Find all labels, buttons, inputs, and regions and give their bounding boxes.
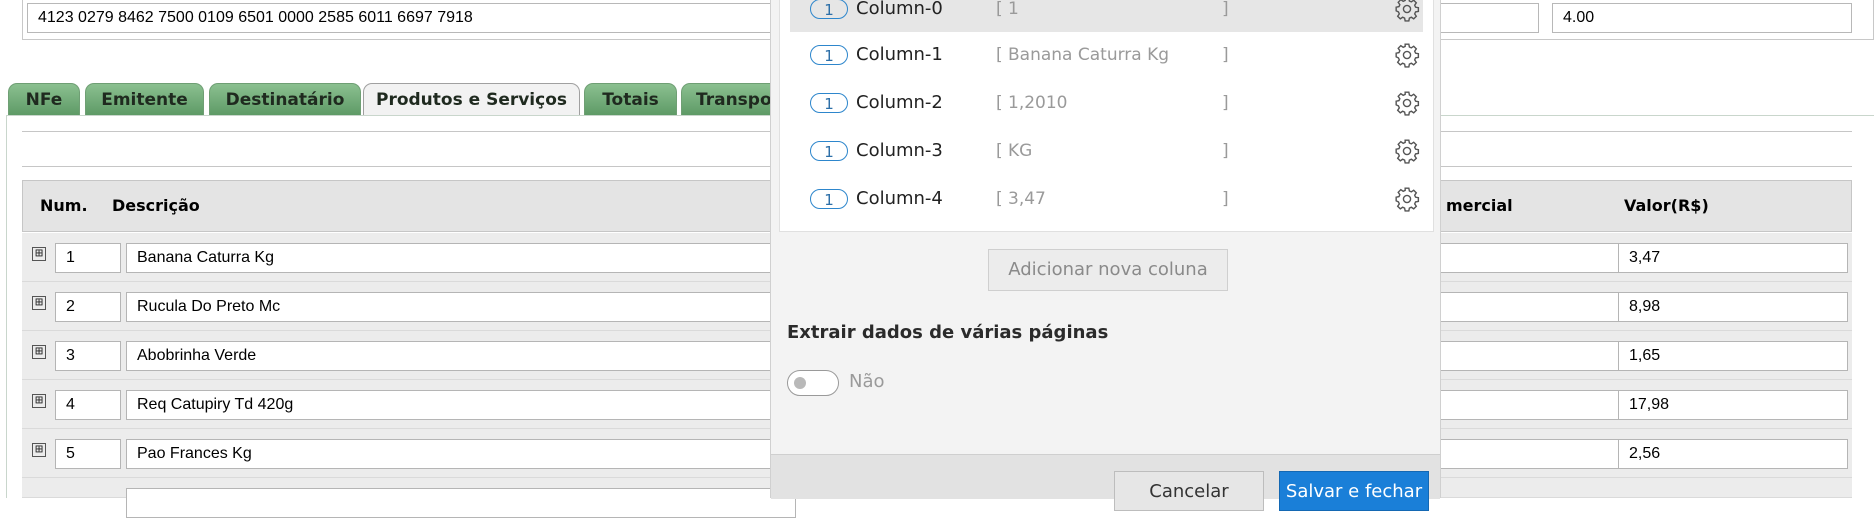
column-sample-value: 3,47 bbox=[1008, 189, 1046, 209]
row-num-field[interactable]: 5 bbox=[55, 439, 121, 469]
expand-icon[interactable]: ⊞ bbox=[32, 345, 46, 359]
column-name: Column-0 bbox=[856, 0, 943, 19]
column-index-badge: 1 bbox=[810, 0, 848, 19]
column-name: Column-4 bbox=[856, 188, 943, 209]
header-num: Num. bbox=[40, 196, 88, 215]
gear-icon[interactable] bbox=[1394, 138, 1420, 164]
column-item[interactable]: 1 Column-0 [ 1 ] bbox=[790, 0, 1423, 32]
row-num-field[interactable]: 3 bbox=[55, 341, 121, 371]
row-valor-field[interactable]: 8,98 bbox=[1618, 292, 1848, 322]
sample-bracket-close: ] bbox=[1222, 45, 1229, 65]
column-sample-value: 1,2010 bbox=[1008, 93, 1068, 113]
sample-bracket-open: [ bbox=[996, 93, 1003, 113]
column-list: 1 Column-0 [ 1 ] 1 Column-1 [ Banana Cat… bbox=[779, 0, 1434, 232]
sample-bracket-open: [ bbox=[996, 45, 1003, 65]
access-key-field[interactable]: 4123 0279 8462 7500 0109 6501 0000 2585 … bbox=[27, 3, 785, 33]
header-valor-comercial: mercial bbox=[1446, 196, 1513, 215]
tab-produtos-servicos[interactable]: Produtos e Serviços bbox=[363, 83, 580, 117]
gear-icon[interactable] bbox=[1394, 42, 1420, 68]
column-item[interactable]: 1 Column-2 [ 1,2010 ] bbox=[790, 80, 1423, 126]
add-column-button[interactable]: Adicionar nova coluna bbox=[988, 249, 1228, 291]
column-sample-value: Banana Caturra Kg bbox=[1008, 45, 1170, 65]
column-item[interactable]: 1 Column-3 [ KG ] bbox=[790, 128, 1423, 174]
multi-page-title: Extrair dados de várias páginas bbox=[787, 322, 1109, 343]
sample-bracket-open: [ bbox=[996, 141, 1003, 161]
expand-icon[interactable]: ⊞ bbox=[32, 443, 46, 457]
column-sample-value: KG bbox=[1008, 141, 1033, 161]
sample-bracket-close: ] bbox=[1222, 0, 1229, 19]
tab-nfe[interactable]: NFe bbox=[8, 83, 80, 115]
row-descricao-field[interactable]: Req Catupiry Td 420g bbox=[126, 390, 796, 420]
row-valor-field[interactable]: 1,65 bbox=[1618, 341, 1848, 371]
save-and-close-button[interactable]: Salvar e fechar bbox=[1279, 471, 1429, 511]
row-descricao-field[interactable]: Rucula Do Preto Mc bbox=[126, 292, 796, 322]
column-name: Column-3 bbox=[856, 140, 943, 161]
header-valor: Valor(R$) bbox=[1624, 196, 1709, 215]
column-index-badge: 1 bbox=[810, 45, 848, 65]
column-index-badge: 1 bbox=[810, 93, 848, 113]
tab-destinatario[interactable]: Destinatário bbox=[209, 83, 361, 115]
row-num-field[interactable]: 4 bbox=[55, 390, 121, 420]
row-descricao-field[interactable]: Abobrinha Verde bbox=[126, 341, 796, 371]
gear-icon[interactable] bbox=[1394, 0, 1420, 22]
dialog-footer: Cancelar Salvar e fechar bbox=[771, 454, 1440, 511]
sample-bracket-open: [ bbox=[996, 0, 1003, 19]
row-valor-field[interactable]: 2,56 bbox=[1618, 439, 1848, 469]
row-descricao-field[interactable] bbox=[126, 488, 796, 518]
column-sample-value: 1 bbox=[1008, 0, 1019, 19]
extract-table-dialog: 1 Column-0 [ 1 ] 1 Column-1 [ Banana Cat… bbox=[770, 0, 1441, 511]
gear-icon[interactable] bbox=[1394, 186, 1420, 212]
sample-bracket-open: [ bbox=[996, 189, 1003, 209]
sample-bracket-close: ] bbox=[1222, 93, 1229, 113]
row-num-field[interactable]: 1 bbox=[55, 243, 121, 273]
column-name: Column-1 bbox=[856, 44, 943, 65]
tab-emitente[interactable]: Emitente bbox=[85, 83, 204, 115]
gear-icon[interactable] bbox=[1394, 90, 1420, 116]
column-index-badge: 1 bbox=[810, 189, 848, 209]
header-descricao: Descrição bbox=[112, 196, 200, 215]
row-valor-field[interactable]: 17,98 bbox=[1618, 390, 1848, 420]
expand-icon[interactable]: ⊞ bbox=[32, 247, 46, 261]
expand-icon[interactable]: ⊞ bbox=[32, 394, 46, 408]
sample-bracket-close: ] bbox=[1222, 189, 1229, 209]
expand-icon[interactable]: ⊞ bbox=[32, 296, 46, 310]
tab-totais[interactable]: Totais bbox=[584, 83, 677, 115]
sample-bracket-close: ] bbox=[1222, 141, 1229, 161]
column-index-badge: 1 bbox=[810, 141, 848, 161]
row-num-field[interactable]: 2 bbox=[55, 292, 121, 322]
column-name: Column-2 bbox=[856, 92, 943, 113]
cancel-button[interactable]: Cancelar bbox=[1114, 471, 1264, 511]
multi-page-toggle-label: Não bbox=[849, 371, 885, 392]
row-descricao-field[interactable]: Pao Frances Kg bbox=[126, 439, 796, 469]
multi-page-toggle[interactable] bbox=[787, 370, 839, 396]
row-descricao-field[interactable]: Banana Caturra Kg bbox=[126, 243, 796, 273]
row-valor-field[interactable]: 3,47 bbox=[1618, 243, 1848, 273]
toggle-knob bbox=[794, 377, 806, 389]
version-field[interactable]: 4.00 bbox=[1552, 3, 1852, 33]
column-item[interactable]: 1 Column-1 [ Banana Caturra Kg ] bbox=[790, 32, 1423, 78]
column-item[interactable]: 1 Column-4 [ 3,47 ] bbox=[790, 176, 1423, 222]
